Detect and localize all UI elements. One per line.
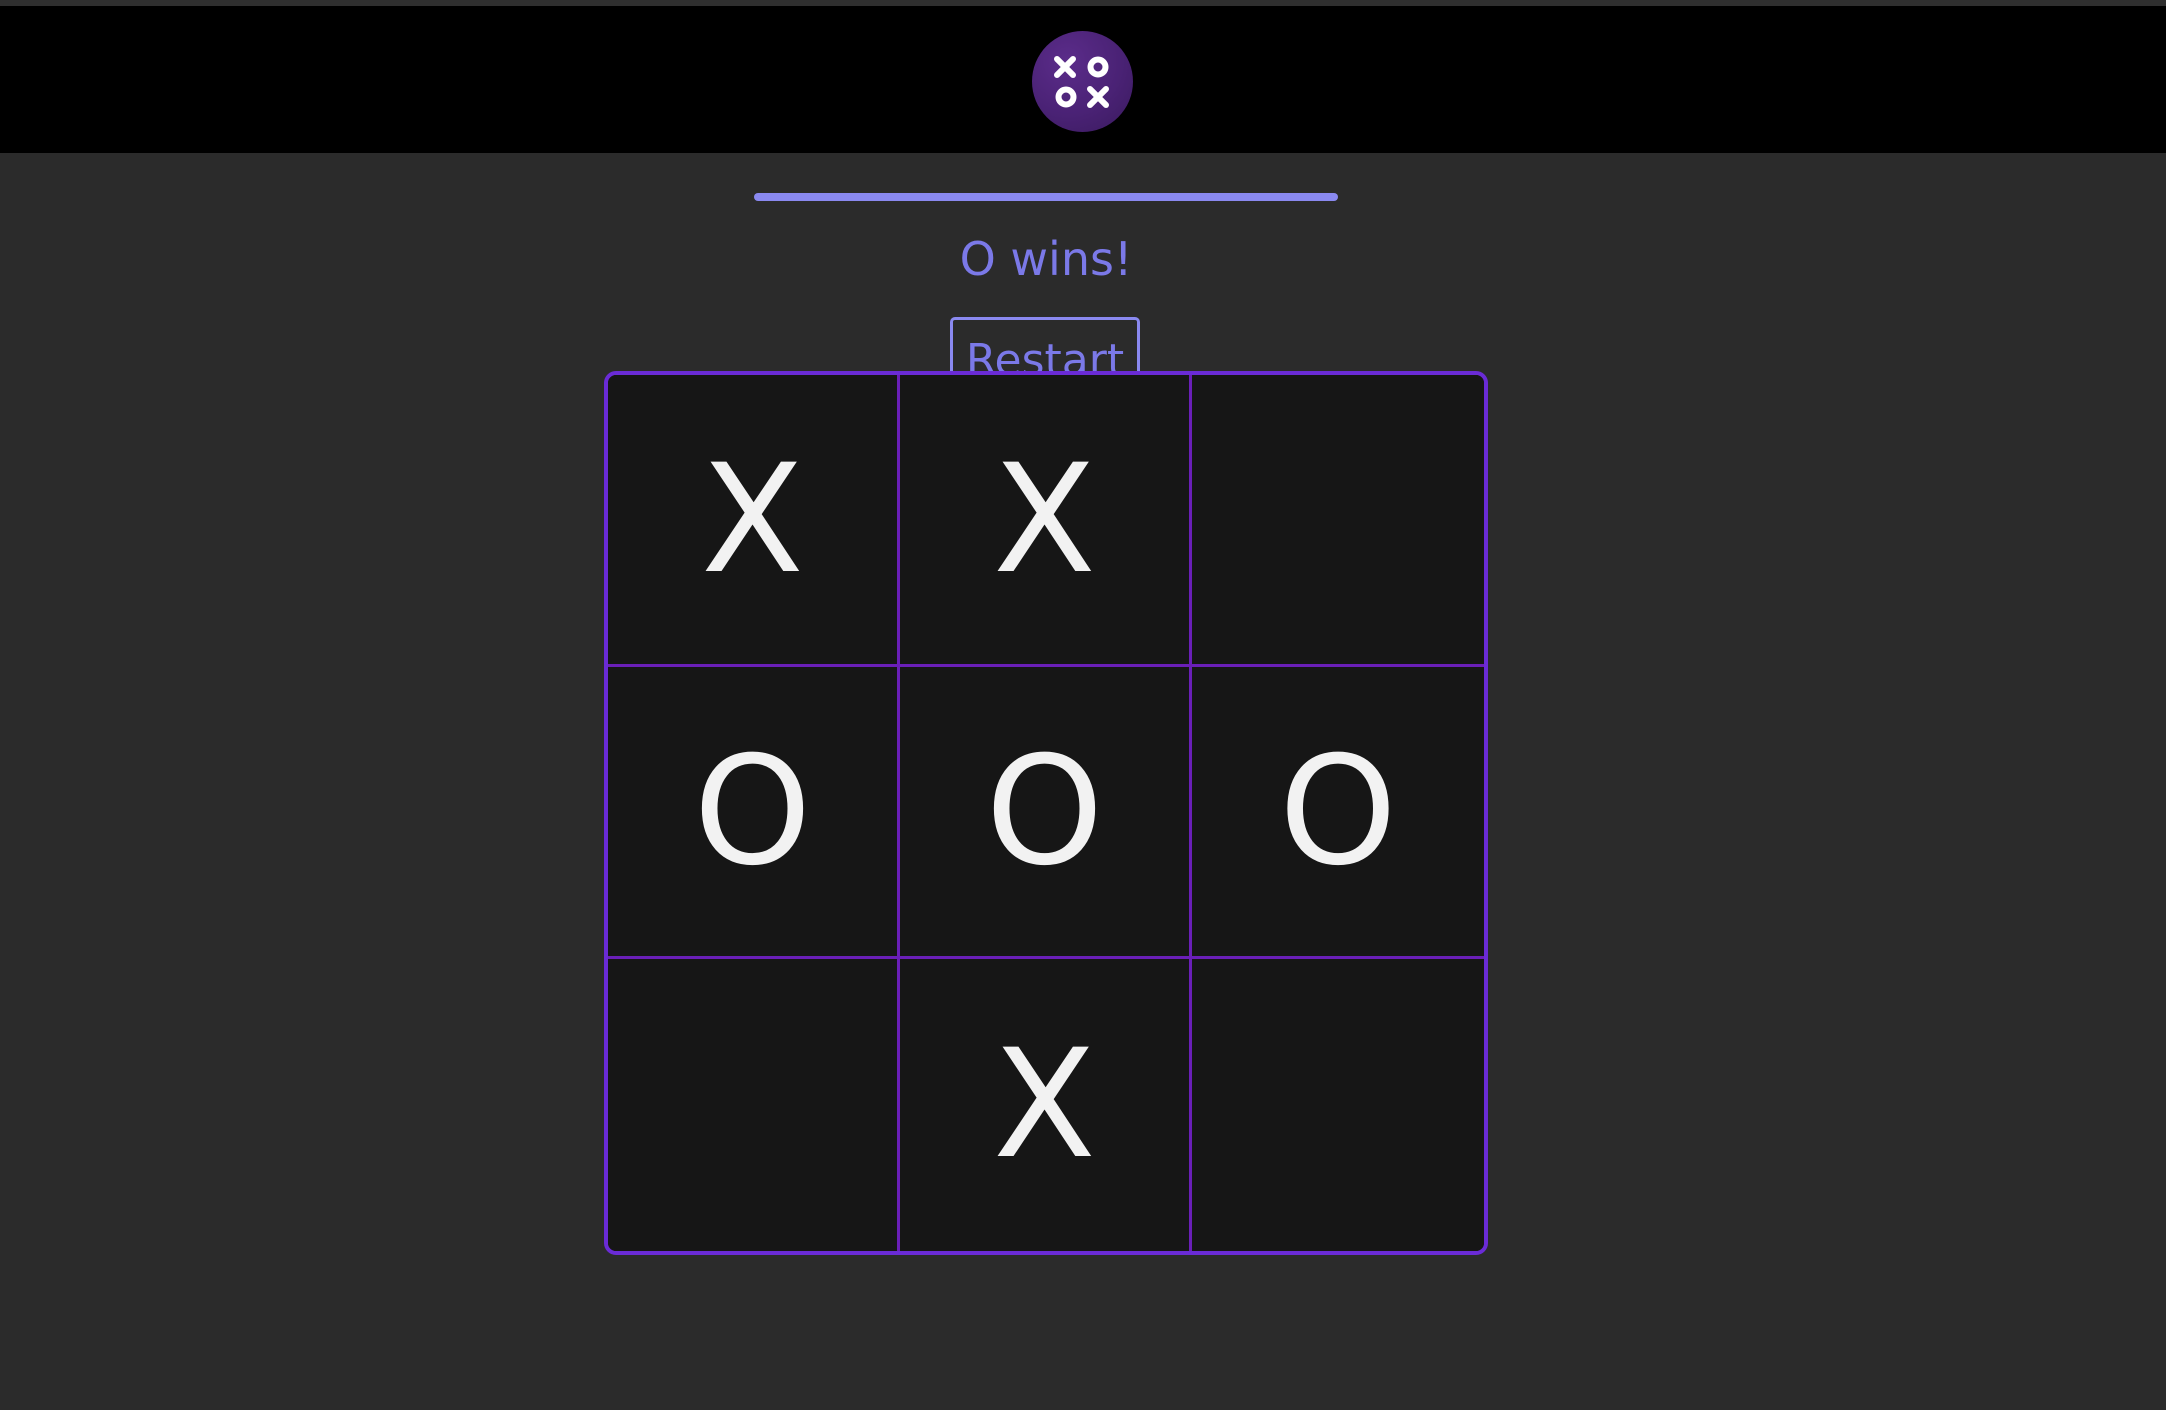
- board-cell-4[interactable]: O: [608, 667, 900, 959]
- xo-logo-icon: [1032, 31, 1133, 132]
- board-cell-5[interactable]: O: [900, 667, 1192, 959]
- board-cell-8[interactable]: X: [900, 959, 1192, 1251]
- board-cell-1[interactable]: X: [608, 375, 900, 667]
- app-header: [0, 6, 2166, 153]
- game-board: X X O O O X: [604, 371, 1488, 1255]
- board-cell-2[interactable]: X: [900, 375, 1192, 667]
- board-cell-3[interactable]: [1192, 375, 1484, 667]
- status-divider: [754, 193, 1338, 201]
- board-cell-6[interactable]: O: [1192, 667, 1484, 959]
- game-status: O wins!: [959, 232, 1133, 286]
- board-cell-7[interactable]: [608, 959, 900, 1251]
- board-cell-9[interactable]: [1192, 959, 1484, 1251]
